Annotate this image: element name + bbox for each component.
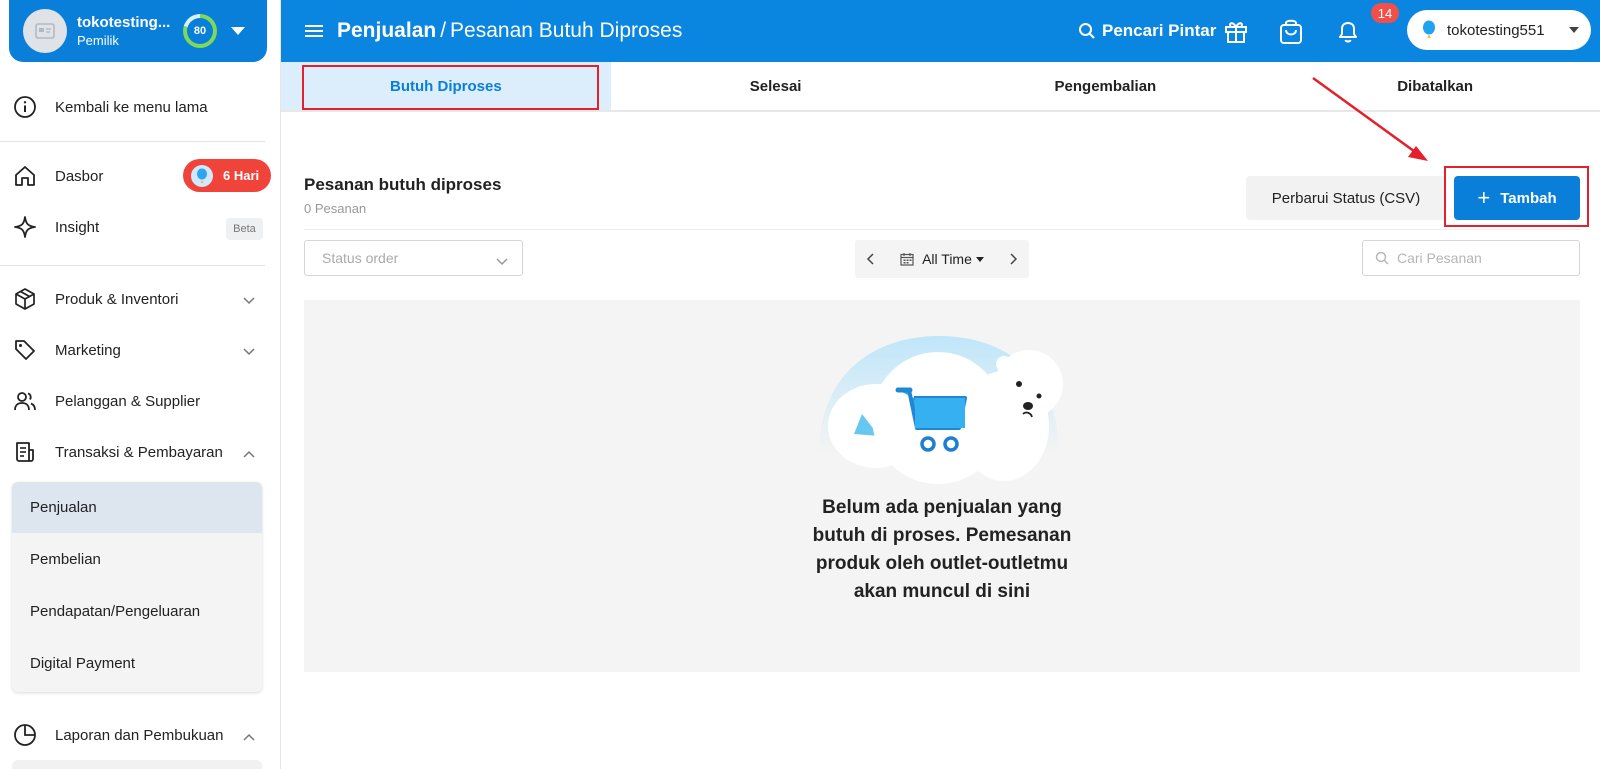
balloon-icon — [1423, 20, 1435, 38]
status-order-placeholder: Status order — [322, 250, 399, 266]
chevron-up-icon — [243, 728, 255, 745]
box-icon — [12, 286, 38, 312]
chevron-down-icon — [243, 292, 255, 309]
sidebar-item-label: Laporan dan Pembukuan — [55, 726, 224, 744]
hamburger-menu-icon[interactable] — [305, 22, 323, 40]
annotation-box-tab — [302, 65, 599, 110]
info-icon — [12, 94, 38, 120]
back-to-old-menu[interactable]: Kembali ke menu lama — [0, 85, 281, 129]
sidebar-item-label: Insight — [55, 218, 100, 236]
page-title-sub: Pesanan Butuh Diproses — [450, 19, 683, 42]
status-order-select[interactable]: Status order — [304, 240, 523, 276]
chevron-down-icon — [496, 253, 508, 269]
trial-days-label: 6 Hari — [223, 168, 260, 183]
sidebar-item-label: Transaksi & Pembayaran — [55, 443, 223, 461]
pie-chart-icon — [12, 722, 38, 748]
submenu-item-digital-payment[interactable]: Digital Payment — [12, 638, 262, 689]
notification-count-badge: 14 — [1371, 3, 1399, 23]
caret-down-icon — [975, 256, 984, 262]
empty-cart-polar-bear-illustration — [819, 336, 1063, 484]
smart-search-button[interactable]: Pencari Pintar — [1078, 0, 1216, 62]
receipt-icon — [12, 439, 38, 465]
outlet-selector[interactable]: tokotesting551 — [1407, 10, 1591, 50]
users-icon — [12, 388, 38, 414]
prev-period-chevron-icon[interactable] — [855, 253, 885, 265]
tab-selesai[interactable]: Selesai — [611, 62, 941, 110]
empty-state-message: Belum ada penjualan yang butuh di proses… — [812, 497, 1072, 602]
submenu-item-pembelian[interactable]: Pembelian — [12, 534, 262, 585]
search-icon — [1079, 23, 1095, 39]
profile-role: Pemilik — [77, 33, 119, 48]
chevron-up-icon — [243, 445, 255, 462]
sidebar-item-laporan-pembukuan[interactable]: Laporan dan Pembukuan — [0, 713, 281, 757]
back-to-old-menu-label: Kembali ke menu lama — [55, 98, 208, 116]
sidebar-item-transaksi-pembayaran[interactable]: Transaksi & Pembayaran — [0, 430, 281, 474]
balloon-icon — [191, 164, 213, 187]
order-search-box — [1362, 240, 1580, 276]
business-score-ring[interactable]: 80 — [183, 14, 217, 48]
tab-pengembalian[interactable]: Pengembalian — [941, 62, 1271, 110]
sidebar-item-produk-inventori[interactable]: Produk & Inventori — [0, 277, 281, 321]
store-icon — [23, 9, 67, 53]
smart-search-label: Pencari Pintar — [1102, 21, 1217, 40]
sidebar-item-label: Produk & Inventori — [55, 290, 179, 308]
top-bar: Penjualan / Pesanan Butuh Diproses Pencari… — [281, 0, 1600, 62]
sidebar-item-label: Marketing — [55, 341, 121, 359]
chevron-down-icon — [243, 343, 255, 360]
calendar-icon — [900, 253, 914, 266]
section-title: Pesanan butuh diproses — [304, 175, 502, 194]
date-range-navigator: All Time — [855, 240, 1029, 278]
tab-dibatalkan[interactable]: Dibatalkan — [1270, 62, 1600, 110]
update-status-csv-button[interactable]: Perbarui Status (CSV) — [1246, 176, 1446, 220]
caret-down-icon — [1569, 27, 1579, 33]
gift-icon[interactable] — [1222, 17, 1250, 45]
search-icon — [1375, 251, 1389, 265]
caret-down-icon[interactable] — [231, 27, 245, 35]
sidebar-item-label: Dasbor — [55, 167, 104, 185]
annotation-box-add-button — [1444, 166, 1589, 227]
page-title: Penjualan / Pesanan Butuh Diproses — [337, 19, 682, 43]
business-score: 80 — [187, 18, 213, 44]
beta-badge: Beta — [226, 218, 263, 240]
profile-name: tokotesting... — [77, 14, 171, 31]
shopping-bag-icon[interactable] — [1277, 17, 1305, 45]
sidebar: tokotesting... Pemilik 80 Kembali ke men… — [0, 0, 281, 769]
tag-icon — [12, 337, 38, 363]
order-count: 0 Pesanan — [304, 201, 367, 216]
home-icon — [12, 163, 38, 189]
bell-icon[interactable] — [1334, 17, 1362, 45]
sidebar-item-marketing[interactable]: Marketing — [0, 328, 281, 372]
divider — [0, 265, 265, 266]
next-period-chevron-icon[interactable] — [999, 253, 1029, 265]
sparkle-icon — [12, 214, 38, 240]
submenu-item-penjualan[interactable]: Penjualan — [12, 482, 262, 533]
trial-days-badge[interactable]: 6 Hari — [183, 159, 271, 192]
order-search-input[interactable] — [1397, 250, 1567, 266]
app-root: tokotesting... Pemilik 80 Kembali ke men… — [0, 0, 1600, 769]
date-range-picker[interactable]: All Time — [885, 251, 999, 267]
date-range-label: All Time — [922, 251, 972, 267]
submenu-item-pendapatan-pengeluaran[interactable]: Pendapatan/Pengeluaran — [12, 586, 262, 637]
sidebar-item-label: Pelanggan & Supplier — [55, 392, 201, 410]
divider — [304, 229, 1580, 230]
profile-card[interactable]: tokotesting... Pemilik 80 — [9, 0, 267, 62]
laporan-submenu-edge — [12, 760, 262, 769]
outlet-name: tokotesting551 — [1447, 21, 1545, 39]
sidebar-item-pelanggan-supplier[interactable]: Pelanggan & Supplier — [0, 379, 281, 423]
page-title-main: Penjualan — [337, 19, 437, 42]
divider — [0, 141, 265, 142]
page-title-separator: / — [440, 19, 447, 42]
transaksi-submenu: Penjualan Pembelian Pendapatan/Pengeluar… — [12, 482, 262, 692]
